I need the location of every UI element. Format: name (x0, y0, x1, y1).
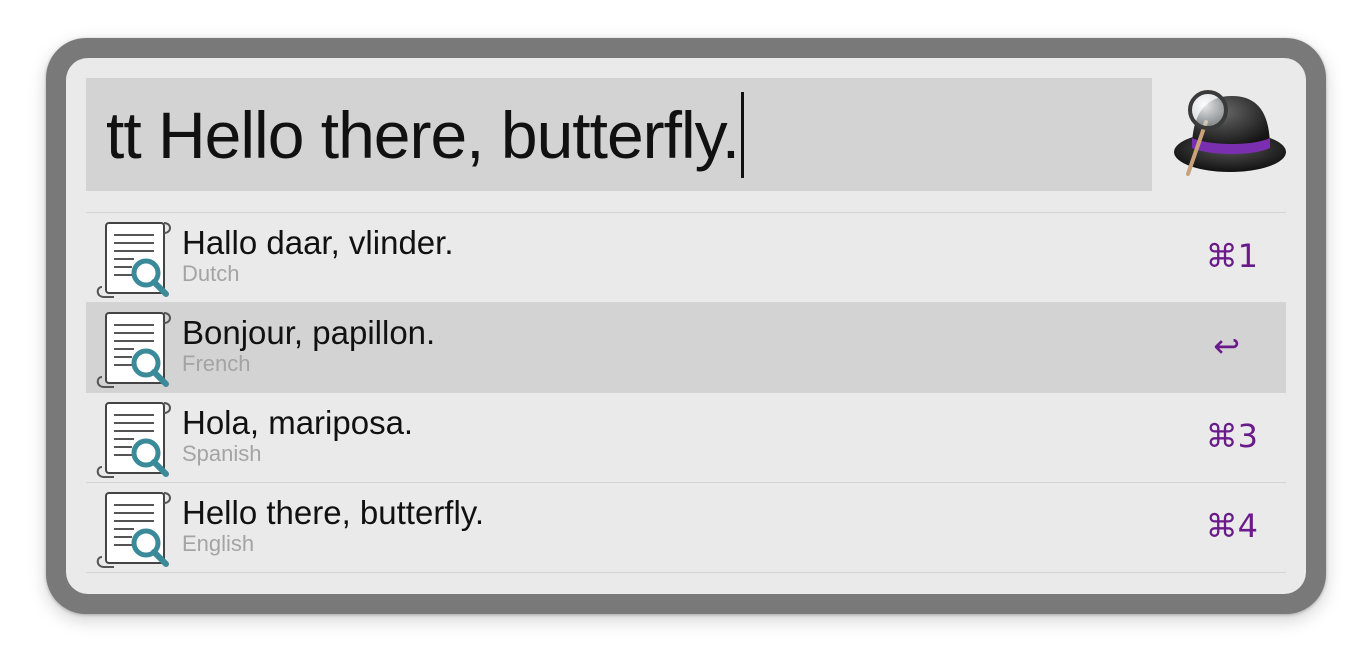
document-search-icon (96, 222, 171, 298)
launcher-panel: tt Hello there, butterfly. Hallo daar, v… (66, 58, 1306, 594)
result-row-selected[interactable]: Bonjour, papillon. French ↩ (86, 302, 1286, 392)
result-subtitle: French (182, 351, 251, 376)
document-search-icon (96, 492, 171, 568)
result-title: Hello there, butterfly. (182, 494, 485, 531)
results-list: Hallo daar, vlinder. Dutch ⌘1 Bonjour, p… (86, 212, 1286, 573)
result-subtitle: English (182, 531, 255, 556)
stage: tt Hello there, butterfly. Hallo daar, v… (0, 0, 1372, 668)
search-query-text[interactable]: tt Hello there, butterfly. (86, 102, 740, 168)
result-shortcut: ⌘3 (1205, 417, 1258, 455)
result-shortcut: ⌘1 (1205, 237, 1258, 275)
result-subtitle: Dutch (182, 261, 240, 286)
result-shortcut: ⌘4 (1205, 507, 1258, 545)
text-caret (741, 91, 745, 178)
result-title: Bonjour, papillon. (182, 314, 436, 351)
return-key-icon: ↩ (1213, 327, 1240, 365)
result-title: Hola, mariposa. (182, 404, 414, 441)
result-row[interactable]: Hallo daar, vlinder. Dutch ⌘1 (86, 212, 1286, 302)
result-row[interactable]: Hola, mariposa. Spanish ⌘3 (86, 392, 1286, 482)
search-input[interactable]: tt Hello there, butterfly. (86, 78, 1152, 191)
result-title: Hallo daar, vlinder. (182, 224, 454, 261)
document-search-icon (96, 312, 171, 388)
document-search-icon (96, 402, 171, 478)
result-subtitle: Spanish (182, 441, 262, 466)
result-row[interactable]: Hello there, butterfly. English ⌘4 (86, 482, 1286, 573)
alfred-hat-icon (1174, 90, 1286, 176)
